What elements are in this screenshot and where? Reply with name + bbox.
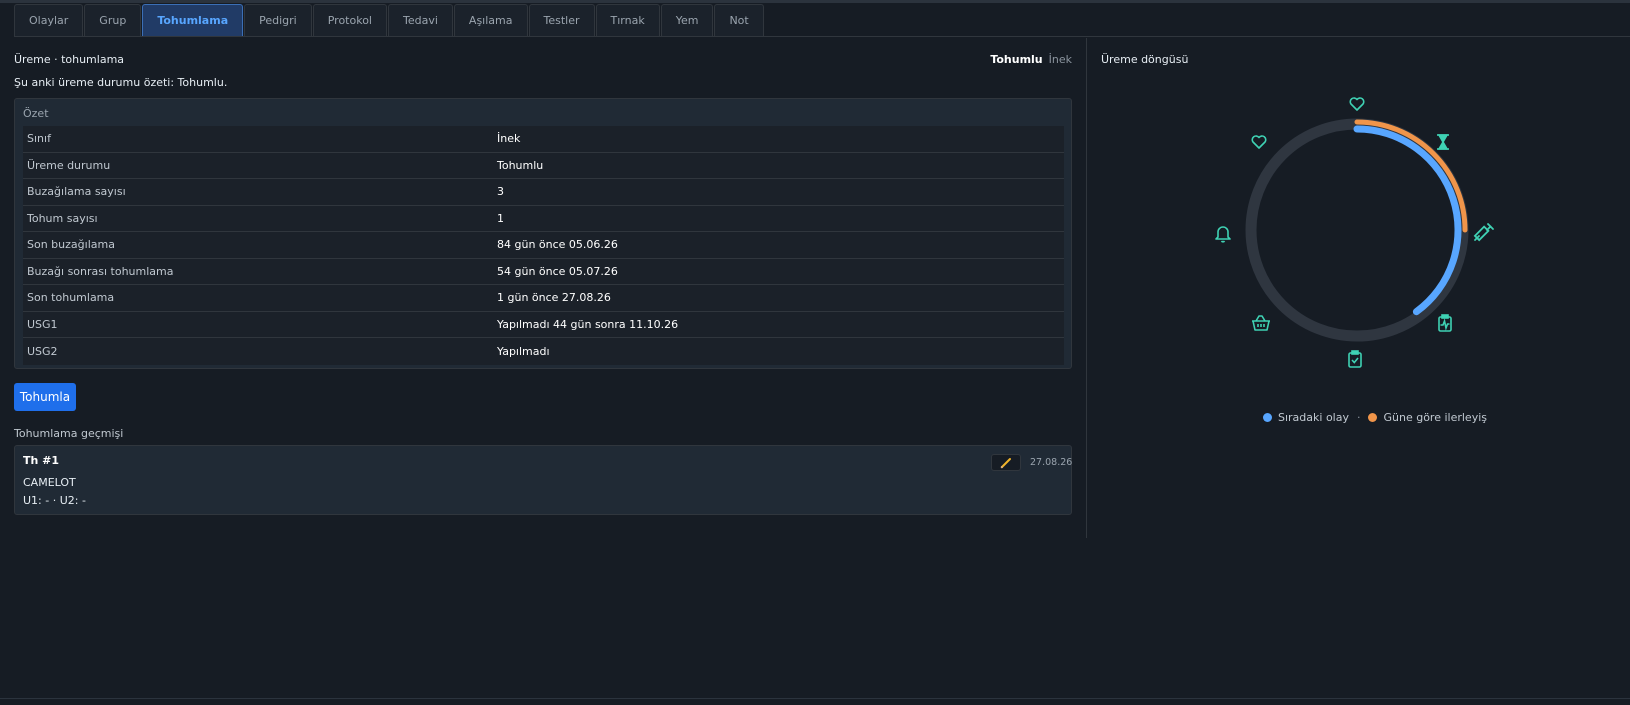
cycle-track bbox=[1245, 118, 1469, 342]
section-title: Üreme · tohumlama bbox=[14, 53, 125, 66]
row-key: USG1 bbox=[27, 317, 58, 331]
progress-arc bbox=[1354, 119, 1468, 233]
cycle-legend: Sıradaki olay · Güne göre ilerleyiş bbox=[1263, 411, 1487, 424]
tab-tohumlama[interactable]: Tohumlama bbox=[142, 4, 244, 36]
row-value: 84 gün önce 05.06.26 bbox=[497, 238, 618, 252]
row-value: Yapılmadı bbox=[497, 344, 550, 358]
row-key: Sınıf bbox=[27, 132, 51, 146]
table-row: USG2 Yapılmadı bbox=[23, 338, 1064, 365]
table-row: Tohum sayısı 1 bbox=[23, 205, 1064, 232]
bottom-border bbox=[0, 698, 1630, 699]
tab-pedigri[interactable]: Pedigri bbox=[244, 4, 312, 36]
row-key: Buzağı sonrası tohumlama bbox=[27, 264, 174, 278]
history-label: Tohumlama geçmişi bbox=[14, 427, 124, 440]
row-value: Yapılmadı 44 gün sonra 11.10.26 bbox=[497, 317, 679, 331]
insemination-panel: Üreme · tohumlama Tohumlu İnek Şu anki ür… bbox=[14, 38, 1072, 538]
table-row: Son buzağılama 84 gün önce 05.06.26 bbox=[23, 232, 1064, 259]
tab-tedavi[interactable]: Tedavi bbox=[388, 4, 453, 36]
row-key: Son buzağılama bbox=[27, 238, 115, 252]
inseminate-button[interactable]: Tohumla bbox=[14, 383, 76, 411]
summary-card-title: Özet bbox=[23, 107, 49, 120]
progress-dot bbox=[1368, 413, 1378, 422]
tab-asilama[interactable]: Aşılama bbox=[453, 4, 528, 36]
next-event-dot bbox=[1263, 413, 1272, 422]
section-header: Üreme · tohumlama Tohumlu İnek bbox=[14, 53, 1072, 69]
table-row: USG1 Yapılmadı 44 gün sonra 11.10.26 bbox=[23, 311, 1064, 338]
cycle-panel: Üreme döngüsü Sıradaki olay · Güne göre … bbox=[1086, 38, 1630, 538]
tab-not[interactable]: Not bbox=[714, 4, 764, 36]
legend-progress: Güne göre ilerleyiş bbox=[1383, 411, 1487, 424]
tab-grup[interactable]: Grup bbox=[84, 4, 142, 36]
legend-next-event: Sıradaki olay bbox=[1278, 411, 1349, 424]
table-row: Sınıf İnek bbox=[23, 126, 1064, 153]
basket-icon[interactable] bbox=[1252, 315, 1270, 331]
clipboard-check-icon[interactable] bbox=[1348, 350, 1362, 368]
class-badge: İnek bbox=[1048, 53, 1072, 66]
tab-tirnak[interactable]: Tırnak bbox=[595, 4, 660, 36]
row-value: Tohumlu bbox=[497, 158, 544, 172]
summary-card: Özet Sınıf İnek Üreme durumu Tohumlu Buzağ… bbox=[14, 98, 1072, 369]
tab-testler[interactable]: Testler bbox=[528, 4, 595, 36]
heart-icon[interactable] bbox=[1349, 97, 1365, 111]
row-value: 1 bbox=[497, 211, 504, 225]
row-key: Buzağılama sayısı bbox=[27, 185, 126, 199]
tab-yem[interactable]: Yem bbox=[660, 4, 714, 36]
syringe-icon[interactable] bbox=[1473, 223, 1494, 242]
row-key: Son tohumlama bbox=[27, 291, 115, 305]
table-row: Buzağılama sayısı 3 bbox=[23, 179, 1064, 206]
row-key: USG2 bbox=[27, 344, 58, 358]
top-border bbox=[0, 0, 1630, 3]
cycle-chart bbox=[1215, 97, 1494, 368]
history-entry-usg: U1: - · U2: - bbox=[23, 494, 86, 507]
legend-separator: · bbox=[1356, 411, 1361, 424]
heart-outline-icon[interactable] bbox=[1251, 135, 1267, 149]
pencil-icon bbox=[1000, 457, 1011, 469]
history-entry-date: 27.08.26 bbox=[1030, 457, 1073, 468]
clipboard-pulse-icon[interactable] bbox=[1438, 314, 1452, 332]
row-value: 3 bbox=[497, 185, 504, 199]
tab-olaylar[interactable]: Olaylar bbox=[14, 4, 84, 36]
edit-button[interactable] bbox=[991, 454, 1021, 471]
history-entry-bull: CAMELOT bbox=[23, 476, 76, 489]
status-summary: Şu anki üreme durumu özeti: Tohumlu. bbox=[14, 76, 228, 89]
next-event-arc bbox=[1353, 125, 1462, 316]
tab-bar: Olaylar Grup Tohumlama Pedigri Protokol … bbox=[14, 4, 765, 37]
summary-table: Sınıf İnek Üreme durumu Tohumlu Buzağılama… bbox=[23, 126, 1064, 365]
tab-divider bbox=[14, 36, 1630, 37]
row-key: Tohum sayısı bbox=[27, 211, 98, 225]
hourglass-icon[interactable] bbox=[1437, 134, 1449, 150]
table-row: Üreme durumu Tohumlu bbox=[23, 152, 1064, 179]
tab-protokol[interactable]: Protokol bbox=[312, 4, 387, 36]
row-value: İnek bbox=[497, 132, 521, 146]
row-value: 54 gün önce 05.07.26 bbox=[497, 264, 618, 278]
row-value: 1 gün önce 27.08.26 bbox=[497, 291, 611, 305]
table-row: Son tohumlama 1 gün önce 27.08.26 bbox=[23, 285, 1064, 312]
row-key: Üreme durumu bbox=[27, 158, 111, 172]
table-row: Buzağı sonrası tohumlama 54 gün önce 05.0… bbox=[23, 258, 1064, 285]
status-badge: Tohumlu bbox=[990, 53, 1043, 66]
bell-icon[interactable] bbox=[1215, 226, 1231, 243]
history-entry-title: Th #1 bbox=[23, 454, 60, 467]
status-badges: Tohumlu İnek bbox=[990, 53, 1072, 66]
history-entry: Th #1 CAMELOT U1: - · U2: - 27.08.26 bbox=[14, 445, 1072, 515]
